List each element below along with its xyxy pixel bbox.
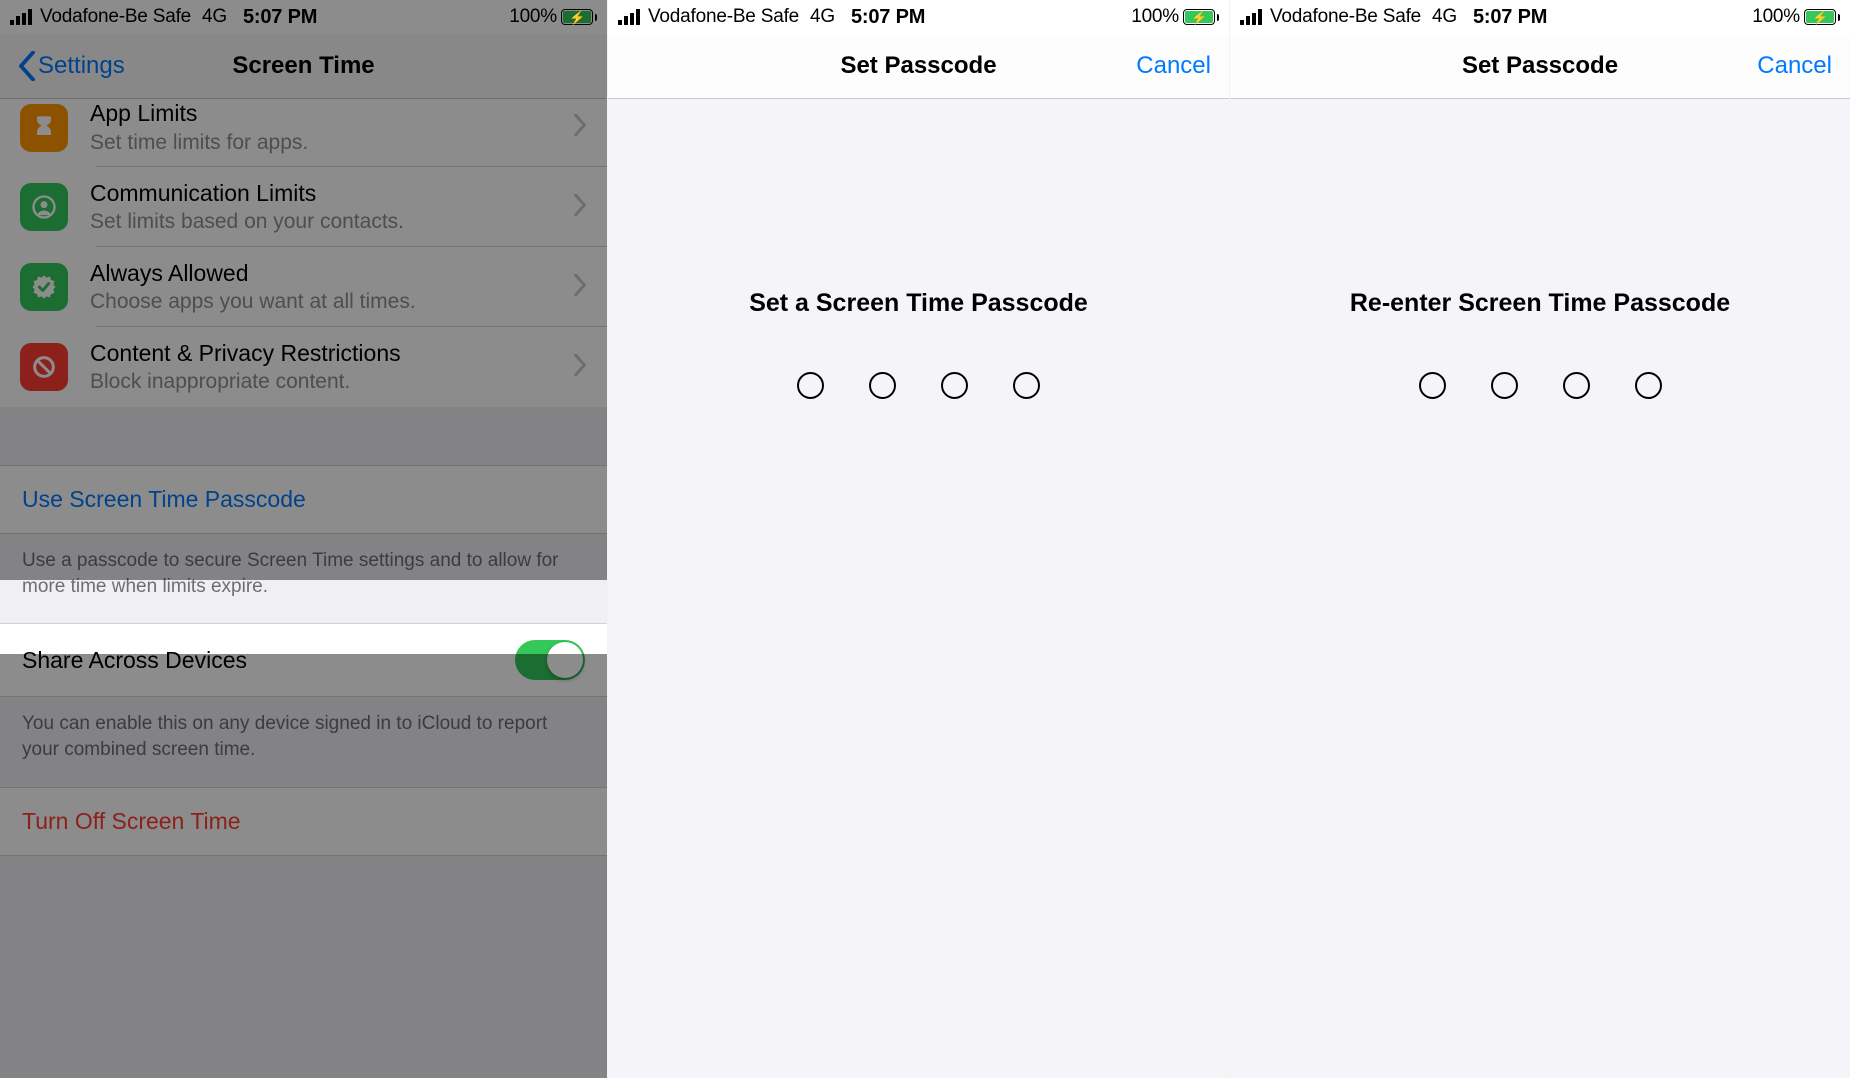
share-across-devices-toggle[interactable] (515, 640, 585, 680)
network-type-label: 4G (810, 6, 835, 28)
row-content-restrictions[interactable]: Content & Privacy Restrictions Block ina… (0, 327, 607, 407)
settings-group-features: App Limits Set time limits for apps. Com… (0, 99, 607, 407)
toggle-label: Share Across Devices (22, 647, 515, 674)
share-across-devices-row[interactable]: Share Across Devices (0, 623, 607, 697)
carrier-label: Vodafone-Be Safe (648, 6, 799, 28)
battery-charging-icon: ⚡ (1804, 9, 1840, 25)
row-subtitle: Choose apps you want at all times. (90, 289, 573, 315)
status-bar: Vodafone-Be Safe 4G 5:07 PM 100% ⚡ (1230, 0, 1850, 34)
chevron-right-icon (573, 114, 587, 141)
passcode-dots[interactable] (608, 372, 1229, 399)
row-app-limits[interactable]: App Limits Set time limits for apps. (0, 99, 607, 167)
network-type-label: 4G (202, 6, 227, 28)
row-communication-limits[interactable]: Communication Limits Set limits based on… (0, 167, 607, 247)
passcode-dot (797, 372, 824, 399)
passcode-prompt: Set a Screen Time Passcode (608, 289, 1229, 318)
navbar: Settings Screen Time (0, 34, 607, 99)
passcode-body: Re-enter Screen Time Passcode (1230, 99, 1850, 1078)
network-type-label: 4G (1432, 6, 1457, 28)
row-title: Content & Privacy Restrictions (90, 339, 573, 368)
chevron-right-icon (573, 354, 587, 381)
screen-screentime-settings: Vodafone-Be Safe 4G 5:07 PM 100% ⚡ Setti… (0, 0, 607, 1078)
link-label: Turn Off Screen Time (22, 808, 241, 834)
back-button[interactable]: Settings (18, 51, 125, 81)
settings-body: App Limits Set time limits for apps. Com… (0, 99, 607, 1078)
chevron-left-icon (18, 51, 36, 81)
passcode-body: Set a Screen Time Passcode (608, 99, 1229, 1078)
hourglass-icon (20, 104, 68, 152)
row-title: Communication Limits (90, 179, 573, 208)
passcode-dot (869, 372, 896, 399)
chevron-right-icon (573, 274, 587, 301)
passcode-dot (1491, 372, 1518, 399)
passcode-dot (1013, 372, 1040, 399)
passcode-prompt: Re-enter Screen Time Passcode (1230, 289, 1850, 318)
battery-charging-icon: ⚡ (561, 9, 597, 25)
no-entry-icon (20, 343, 68, 391)
battery-percent-label: 100% (1752, 6, 1800, 28)
clock-label: 5:07 PM (851, 6, 925, 29)
clock-label: 5:07 PM (243, 6, 317, 29)
row-subtitle: Set limits based on your contacts. (90, 209, 573, 235)
screen-reenter-passcode: Vodafone-Be Safe 4G 5:07 PM 100% ⚡ Set P… (1229, 0, 1850, 1078)
passcode-dots[interactable] (1230, 372, 1850, 399)
status-bar: Vodafone-Be Safe 4G 5:07 PM 100% ⚡ (608, 0, 1229, 34)
status-bar: Vodafone-Be Safe 4G 5:07 PM 100% ⚡ (0, 0, 607, 34)
navbar: Set Passcode Cancel (1230, 34, 1850, 99)
passcode-dot (1635, 372, 1662, 399)
row-always-allowed[interactable]: Always Allowed Choose apps you want at a… (0, 247, 607, 327)
passcode-dot (1563, 372, 1590, 399)
carrier-label: Vodafone-Be Safe (40, 6, 191, 28)
screen-set-passcode: Vodafone-Be Safe 4G 5:07 PM 100% ⚡ Set P… (607, 0, 1229, 1078)
checkmark-seal-icon (20, 263, 68, 311)
battery-charging-icon: ⚡ (1183, 9, 1219, 25)
link-label: Use Screen Time Passcode (22, 486, 306, 512)
contact-circle-icon (20, 183, 68, 231)
passcode-dot (1419, 372, 1446, 399)
row-title: Always Allowed (90, 259, 573, 288)
passcode-footer-note: Use a passcode to secure Screen Time set… (0, 534, 607, 623)
battery-percent-label: 100% (509, 6, 557, 28)
back-label: Settings (38, 52, 125, 80)
chevron-right-icon (573, 194, 587, 221)
carrier-label: Vodafone-Be Safe (1270, 6, 1421, 28)
navbar: Set Passcode Cancel (608, 34, 1229, 99)
cellular-signal-icon (1240, 9, 1262, 25)
cancel-button[interactable]: Cancel (1136, 52, 1211, 80)
cellular-signal-icon (618, 9, 640, 25)
row-subtitle: Block inappropriate content. (90, 369, 573, 395)
clock-label: 5:07 PM (1473, 6, 1547, 29)
cancel-button[interactable]: Cancel (1757, 52, 1832, 80)
row-title: App Limits (90, 99, 573, 128)
share-footer-note: You can enable this on any device signed… (0, 697, 607, 786)
battery-percent-label: 100% (1131, 6, 1179, 28)
cellular-signal-icon (10, 9, 32, 25)
turn-off-screen-time-button[interactable]: Turn Off Screen Time (0, 787, 607, 856)
row-subtitle: Set time limits for apps. (90, 130, 573, 156)
passcode-dot (941, 372, 968, 399)
use-screen-time-passcode-button[interactable]: Use Screen Time Passcode (0, 465, 607, 534)
